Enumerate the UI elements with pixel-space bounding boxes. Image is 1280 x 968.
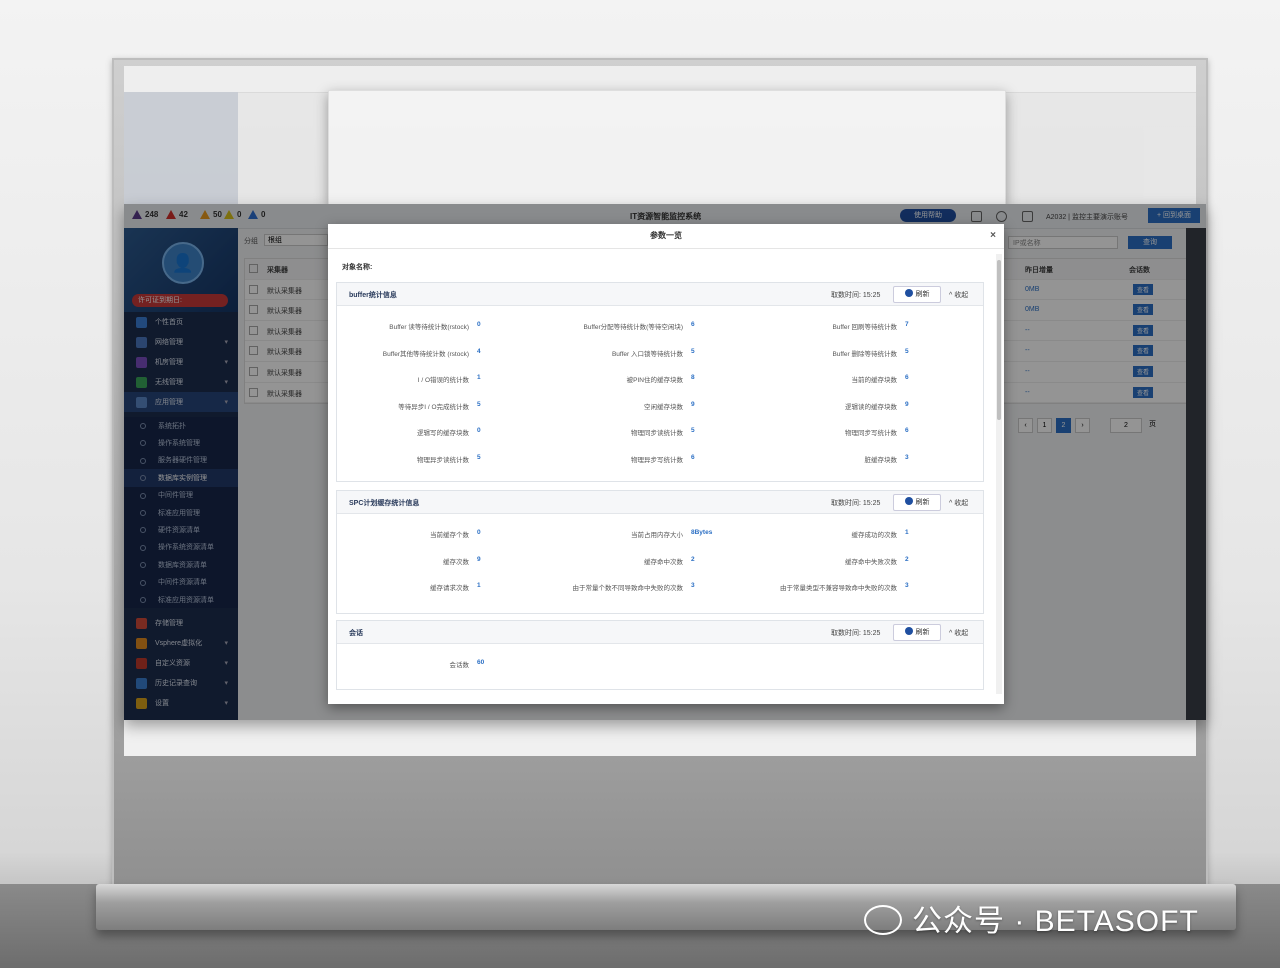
refresh-icon — [904, 289, 913, 297]
modal-scrollbar[interactable] — [996, 254, 1002, 694]
metric-label: Buffer 读等待统计数(rstock) — [389, 324, 469, 331]
scrollbar-thumb[interactable] — [997, 260, 1001, 420]
metric-value: 6 — [905, 374, 909, 381]
metric-label: 物理异步读统计数 — [417, 456, 469, 464]
fetch-time: 取数时间: 15:25 — [831, 630, 881, 637]
metric-label: 当前的缓存块数 — [851, 377, 898, 384]
wechat-icon — [864, 905, 902, 935]
collapse-button[interactable]: ^ 收起 — [949, 628, 968, 638]
metric-label: I / O错误的统计数 — [417, 377, 469, 384]
metric-label: 缓存成功的次数 — [851, 532, 898, 539]
metric-value: 2 — [905, 555, 909, 563]
screen-lower-area — [124, 720, 1196, 756]
object-name-label: 对象名称: — [342, 264, 373, 271]
metric-label: 由于常量个数不同导致命中失败的次数 — [572, 585, 684, 592]
metric-label: 缓存命中失败次数 — [845, 558, 897, 566]
metric-value: 6 — [691, 321, 695, 328]
refresh-label: 刷新 — [915, 629, 930, 636]
metric-label: 缓存请求次数 — [430, 585, 469, 592]
metric-value: 3 — [905, 582, 909, 589]
metric-label: Buffer 删除等待统计数 — [832, 350, 897, 358]
close-icon[interactable]: × — [990, 224, 996, 248]
metric-value: 8 — [691, 374, 695, 381]
stats-panel: SPC计划缓存统计信息 取数时间: 15:25 刷新 ^ 收起当前缓存个数 0 当前占用内… — [336, 490, 984, 614]
metric-value: 7 — [905, 321, 909, 328]
metric-label: 由于常量类型不兼容导致命中失败的次数 — [780, 585, 897, 592]
metric-label: Buffer其他等待统计数 (rstock) — [382, 350, 469, 358]
metric-label: 空闲缓存块数 — [644, 403, 683, 411]
metric-value: 6 — [691, 453, 695, 461]
refresh-icon — [904, 497, 913, 505]
metric-label: 物理同步写统计数 — [845, 430, 897, 437]
panel-title: 会话 — [349, 630, 363, 637]
metric-value: 5 — [691, 427, 695, 434]
metric-label: 脏缓存块数 — [864, 456, 898, 464]
panel-header: SPC计划缓存统计信息 取数时间: 15:25 刷新 ^ 收起 — [337, 491, 983, 514]
metric-label: Buffer分配等待统计数(等待空闲块) — [583, 324, 683, 331]
metric-value: 5 — [477, 453, 481, 461]
metric-value: 0 — [477, 529, 481, 536]
metric-value: 0 — [477, 427, 481, 434]
metric-value: 5 — [477, 400, 481, 408]
app-screen: 248 42 50 0 0 IT资源智能监控系统 使用帮助 A2032 | 监控主要演示… — [124, 204, 1206, 720]
metric-label: Buffer 入口锁等待统计数 — [611, 350, 683, 358]
metric-value: 3 — [691, 582, 695, 589]
metric-label: 当前缓存个数 — [430, 532, 469, 539]
metric-label: 当前占用内存大小 — [631, 532, 683, 539]
metric-value: 1 — [477, 374, 481, 381]
metric-label: 会话数 — [449, 662, 470, 669]
refresh-label: 刷新 — [915, 499, 930, 506]
params-modal: 参数一览 × 对象名称: buffer统计信息 取数时间: 15:25 刷新 ^ 收起… — [328, 224, 1004, 704]
metric-value: 8Bytes — [691, 529, 713, 536]
metric-label: 等待异步I / O完成统计数 — [398, 403, 469, 411]
metric-value: 5 — [905, 347, 909, 355]
panel-header: buffer统计信息 取数时间: 15:25 刷新 ^ 收起 — [337, 283, 983, 306]
metric-value: 4 — [477, 347, 481, 355]
stats-panel: buffer统计信息 取数时间: 15:25 刷新 ^ 收起 Buffer 读等待统计数… — [336, 282, 984, 482]
metric-label: 物理异步写统计数 — [631, 456, 683, 464]
metric-value: 9 — [905, 400, 909, 408]
stats-panel: 会话 取数时间: 15:25 刷新 ^ 收起会话数 60 — [336, 620, 984, 690]
metric-value: 5 — [691, 347, 695, 355]
panel-title: buffer统计信息 — [349, 292, 397, 299]
metric-label: 逻辑写的缓存块数 — [417, 430, 469, 437]
panel-header: 会话 取数时间: 15:25 刷新 ^ 收起 — [337, 621, 983, 644]
panel-title: SPC计划缓存统计信息 — [349, 500, 420, 507]
refresh-icon — [904, 627, 913, 635]
metric-label: Buffer 回刷等待统计数 — [832, 324, 897, 331]
metric-value: 0 — [477, 321, 481, 328]
metric-label: 被PIN住的缓存块数 — [626, 377, 683, 384]
metric-value: 2 — [691, 555, 695, 563]
metric-label: 缓存次数 — [443, 558, 469, 566]
metric-value: 1 — [905, 529, 909, 536]
metric-label: 逻辑读的缓存块数 — [845, 403, 897, 411]
metric-value: 60 — [477, 659, 485, 666]
collapse-button[interactable]: ^ 收起 — [949, 498, 968, 508]
metric-value: 9 — [691, 400, 695, 408]
watermark-text: 公众号 · BETASOFT — [912, 905, 1199, 938]
metric-value: 9 — [477, 555, 481, 563]
fetch-time: 取数时间: 15:25 — [831, 500, 881, 507]
metric-label: 物理同步读统计数 — [631, 430, 683, 437]
watermark: 公众号 · BETASOFT — [864, 896, 1199, 940]
modal-title: 参数一览 × — [328, 224, 1004, 249]
metric-value: 3 — [905, 453, 909, 461]
reflection-screen — [124, 66, 1196, 206]
refresh-button[interactable]: 刷新 — [893, 624, 941, 641]
collapse-button[interactable]: ^ 收起 — [949, 290, 968, 300]
refresh-button[interactable]: 刷新 — [893, 286, 941, 303]
metric-value: 6 — [905, 427, 909, 434]
metric-value: 1 — [477, 582, 481, 589]
refresh-button[interactable]: 刷新 — [893, 494, 941, 511]
metric-label: 缓存命中次数 — [644, 558, 683, 566]
fetch-time: 取数时间: 15:25 — [831, 292, 881, 299]
modal-title-text: 参数一览 — [650, 231, 682, 240]
refresh-label: 刷新 — [915, 291, 930, 298]
